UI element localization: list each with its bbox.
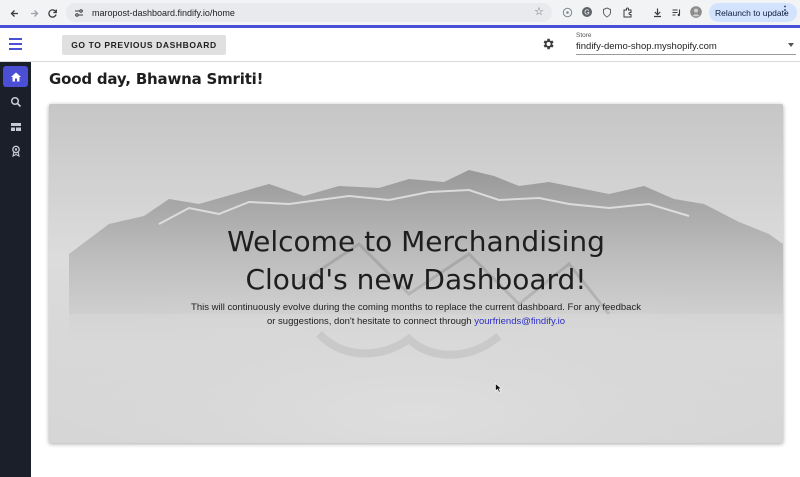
profile-avatar[interactable] — [689, 5, 703, 19]
gear-icon[interactable] — [541, 37, 555, 51]
welcome-hero-card: Welcome to Merchandising Cloud's new Das… — [49, 104, 783, 443]
mouse-cursor-icon — [495, 383, 503, 393]
store-select[interactable]: findify-demo-shop.myshopify.com — [576, 41, 796, 52]
relaunch-button[interactable]: Relaunch to update ⋮ — [709, 3, 797, 22]
site-settings-icon[interactable] — [72, 6, 86, 20]
chevron-down-icon[interactable] — [788, 43, 794, 47]
kebab-menu-icon: ⋮ — [780, 5, 790, 16]
url-text: maropost-dashboard.findify.io/home — [92, 7, 235, 18]
sidebar-item-layout[interactable] — [3, 116, 28, 137]
hero-description-text: This will continuously evolve during the… — [191, 302, 641, 327]
puzzle-icon[interactable] — [620, 5, 634, 19]
download-icon[interactable] — [650, 5, 664, 19]
search-icon — [10, 96, 21, 107]
greeting-heading: Good day, Bhawna Smriti! — [49, 70, 264, 88]
extension-icon[interactable] — [560, 5, 574, 19]
home-icon — [10, 72, 21, 81]
sidebar-item-search[interactable] — [3, 91, 28, 112]
address-bar[interactable]: maropost-dashboard.findify.io/home ☆ — [66, 3, 552, 22]
store-select-underline — [576, 54, 796, 55]
hero-description: This will continuously evolve during the… — [189, 301, 643, 329]
sidebar-item-home[interactable] — [3, 66, 28, 87]
relaunch-label: Relaunch to update — [715, 7, 789, 18]
media-control-icon[interactable] — [669, 5, 683, 19]
extension-icon[interactable]: G — [580, 5, 594, 19]
hero-title-line-1: Welcome to Merchandising — [227, 225, 605, 258]
go-to-previous-dashboard-button[interactable]: GO TO PREVIOUS DASHBOARD — [62, 35, 226, 55]
forward-icon[interactable] — [24, 3, 44, 23]
bookmark-star-icon[interactable]: ☆ — [534, 5, 544, 18]
svg-text:G: G — [584, 10, 589, 17]
hamburger-menu-icon[interactable] — [9, 38, 22, 50]
badge-icon — [11, 145, 20, 157]
browser-toolbar: maropost-dashboard.findify.io/home ☆ G R… — [0, 0, 800, 25]
app-header: GO TO PREVIOUS DASHBOARD Store findify-d… — [0, 28, 800, 62]
hero-title: Welcome to Merchandising Cloud's new Das… — [49, 223, 783, 299]
shield-icon[interactable] — [600, 5, 614, 19]
layout-icon — [10, 122, 21, 131]
store-label: Store — [576, 32, 592, 39]
back-icon[interactable] — [4, 3, 24, 23]
reload-icon[interactable] — [42, 3, 62, 23]
sidebar-item-merchandising[interactable] — [3, 140, 28, 161]
sidebar — [0, 62, 31, 477]
feedback-email-link[interactable]: yourfriends@findify.io — [474, 316, 565, 327]
hero-title-line-2: Cloud's new Dashboard! — [245, 263, 587, 296]
